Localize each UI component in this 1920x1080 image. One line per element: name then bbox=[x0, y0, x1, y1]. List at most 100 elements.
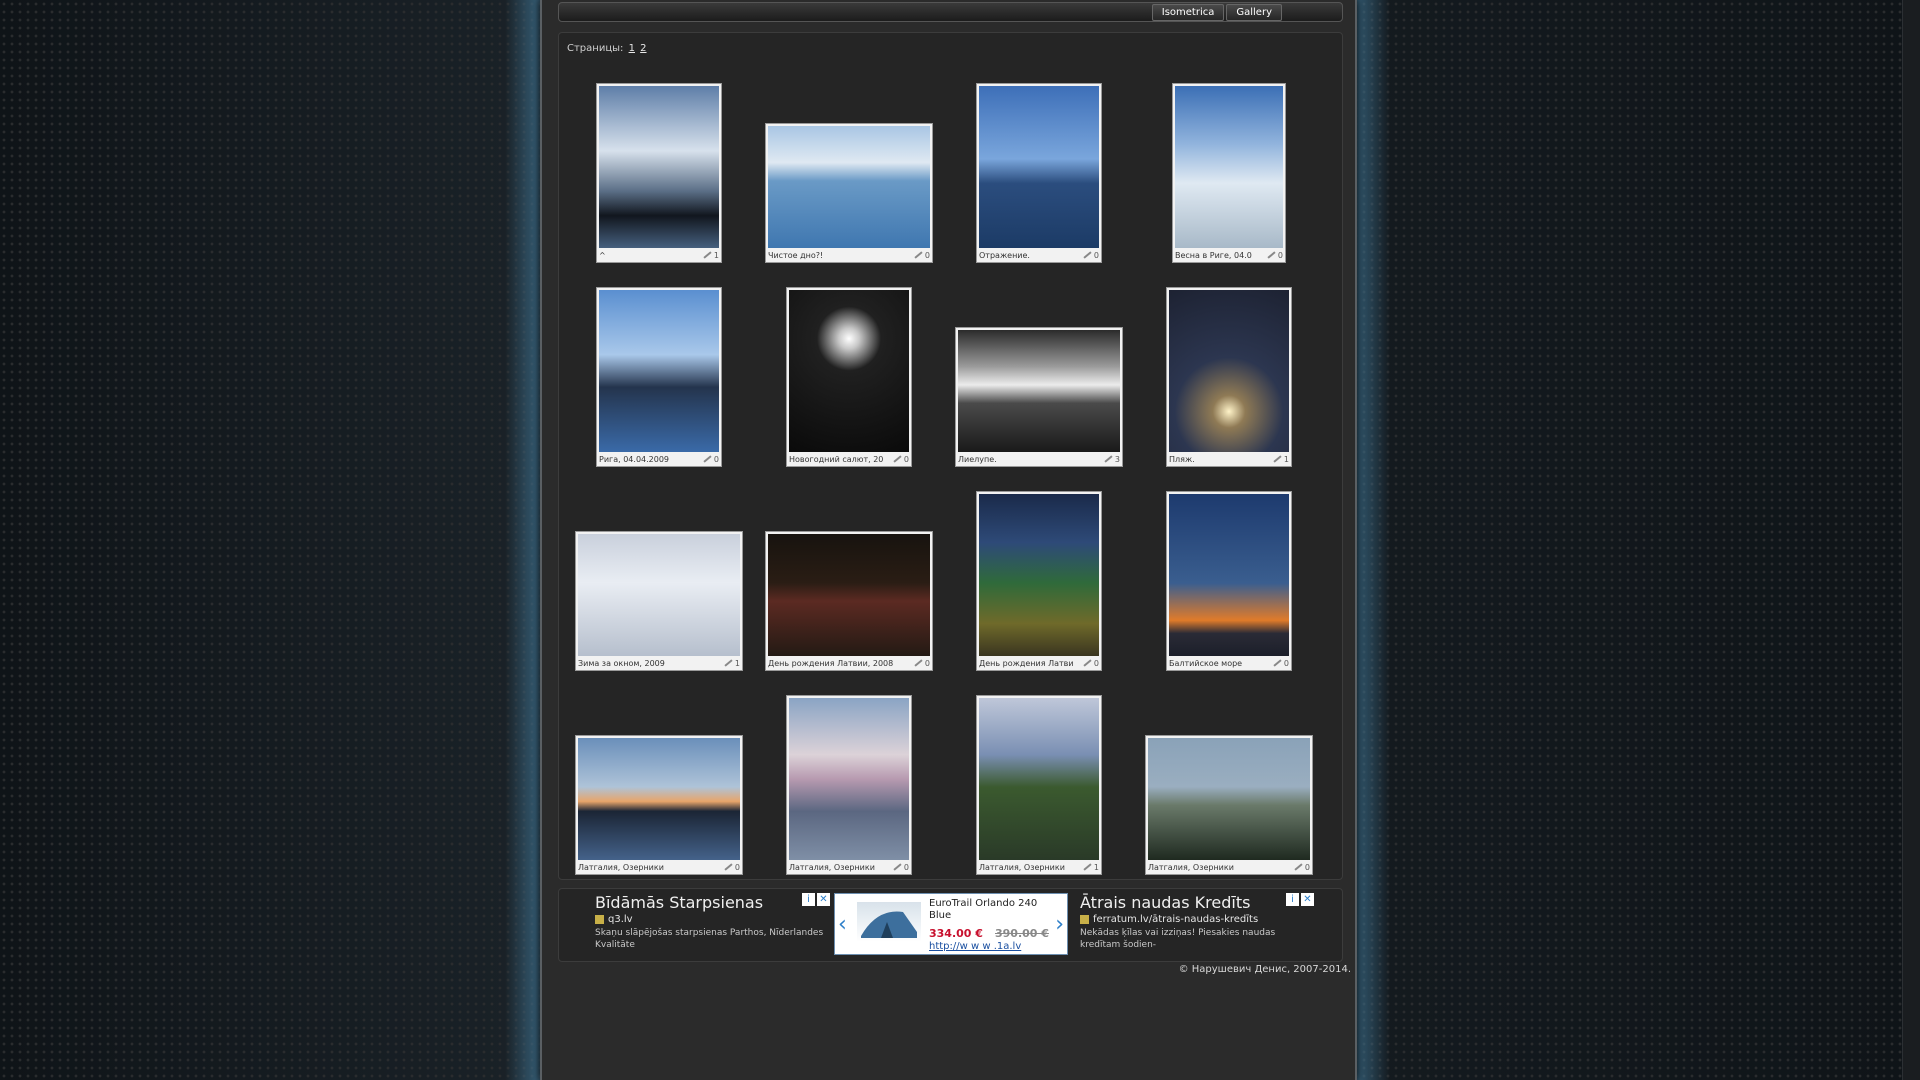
photo-caption: Лиелупе. bbox=[958, 454, 997, 464]
photo-cell: День рождения Латви 0 bbox=[944, 471, 1134, 671]
comment-count-value: 0 bbox=[713, 454, 719, 464]
photo-thumbnail[interactable] bbox=[768, 126, 930, 248]
ad-product-title[interactable]: EuroTrail Orlando 240 Blue bbox=[929, 898, 1039, 922]
photo-caption: Рига, 04.04.2009 bbox=[599, 454, 670, 464]
comment-count-value: 0 bbox=[903, 454, 909, 464]
comment-count-value: 0 bbox=[924, 658, 930, 668]
photo-card[interactable]: Латгалия, Озерники 1 bbox=[976, 695, 1102, 875]
page-link-1[interactable]: 1 bbox=[629, 43, 635, 54]
photo-thumbnail[interactable] bbox=[578, 738, 740, 860]
ad-right[interactable]: Ātrais naudas Kredīts ferratum.lv/ātrais… bbox=[1080, 893, 1310, 951]
photo-caption: День рождения Латвии, 2008 bbox=[768, 658, 894, 668]
ad-url[interactable]: http://w w w .1a.lv bbox=[929, 941, 1021, 952]
comment-count: 1 bbox=[1080, 863, 1099, 872]
photo-caption-row: Латгалия, Озерники 0 bbox=[1148, 860, 1310, 874]
ad-right-source[interactable]: ferratum.lv/ātrais-naudas-kredīts bbox=[1093, 914, 1258, 925]
tab-gallery[interactable]: Gallery bbox=[1226, 4, 1282, 21]
photo-caption-row: Отражение. 0 bbox=[979, 248, 1099, 262]
photo-card[interactable]: Латгалия, Озерники 0 bbox=[786, 695, 912, 875]
photo-cell: Пляж. 1 bbox=[1134, 267, 1324, 467]
photo-thumbnail[interactable] bbox=[578, 534, 740, 656]
photo-card[interactable]: День рождения Латвии, 2008 0 bbox=[765, 531, 933, 671]
comment-count-value: 1 bbox=[713, 250, 719, 260]
photo-thumbnail[interactable] bbox=[789, 698, 909, 860]
top-navigation-bar: Isometrica Gallery bbox=[558, 2, 1343, 22]
photo-card[interactable]: Лиелупе. 3 bbox=[955, 327, 1123, 467]
photo-thumbnail[interactable] bbox=[789, 290, 909, 452]
ad-close-icon[interactable]: ✕ bbox=[1301, 893, 1314, 906]
ad-product-image[interactable] bbox=[857, 902, 921, 942]
comment-count: 0 bbox=[890, 863, 909, 872]
comment-count: 0 bbox=[1264, 251, 1283, 260]
photo-caption: Чистое дно?! bbox=[768, 250, 824, 260]
ad-center[interactable]: ‹ EuroTrail Orlando 240 Blue 334.00 € 39… bbox=[834, 893, 1068, 955]
photo-card[interactable]: ^ 1 bbox=[596, 83, 722, 263]
photo-card[interactable]: Отражение. 0 bbox=[976, 83, 1102, 263]
photo-card[interactable]: Латгалия, Озерники 0 bbox=[1145, 735, 1313, 875]
photo-thumbnail[interactable] bbox=[1175, 86, 1283, 248]
photo-caption-row: Рига, 04.04.2009 0 bbox=[599, 452, 719, 466]
photo-card[interactable]: Рига, 04.04.2009 0 bbox=[596, 287, 722, 467]
pencil-icon bbox=[703, 251, 712, 259]
photo-cell: Латгалия, Озерники 0 bbox=[754, 675, 944, 875]
page-link-2[interactable]: 2 bbox=[640, 43, 646, 54]
photo-card[interactable]: Пляж. 1 bbox=[1166, 287, 1292, 467]
ad-old-price: 390.00 € bbox=[995, 927, 1049, 940]
photo-caption-row: Латгалия, Озерники 1 bbox=[979, 860, 1099, 874]
photo-thumbnail[interactable] bbox=[979, 698, 1099, 860]
ad-left-source[interactable]: q3.lv bbox=[608, 914, 633, 925]
photo-thumbnail[interactable] bbox=[1169, 494, 1289, 656]
photo-caption-row: ^ 1 bbox=[599, 248, 719, 262]
ad-info-icon[interactable]: i bbox=[802, 893, 815, 906]
photo-card[interactable]: Весна в Риге, 04.0 0 bbox=[1172, 83, 1286, 263]
scrollbar[interactable] bbox=[1902, 0, 1920, 1080]
ad-right-title[interactable]: Ātrais naudas Kredīts bbox=[1080, 893, 1310, 912]
photo-caption-row: Лиелупе. 3 bbox=[958, 452, 1120, 466]
photo-card[interactable]: День рождения Латви 0 bbox=[976, 491, 1102, 671]
photo-caption-row: Новогодний салют, 20 0 bbox=[789, 452, 909, 466]
comment-count: 1 bbox=[721, 659, 740, 668]
photo-cell: Новогодний салют, 20 0 bbox=[754, 267, 944, 467]
photo-thumbnail[interactable] bbox=[979, 86, 1099, 248]
photo-caption-row: Зима за окном, 2009 1 bbox=[578, 656, 740, 670]
photo-thumbnail[interactable] bbox=[599, 86, 719, 248]
photo-thumbnail[interactable] bbox=[599, 290, 719, 452]
comment-count: 0 bbox=[911, 659, 930, 668]
photo-card[interactable]: Чистое дно?! 0 bbox=[765, 123, 933, 263]
photo-thumbnail[interactable] bbox=[958, 330, 1120, 452]
tab-isometrica[interactable]: Isometrica bbox=[1151, 4, 1225, 21]
ad-prev-arrow-icon[interactable]: ‹ bbox=[838, 912, 847, 937]
comment-count-value: 1 bbox=[1093, 862, 1099, 872]
ad-right-desc: Nekādas ķīlas vai izziņas! Piesakies nau… bbox=[1080, 928, 1276, 950]
ad-close-icon[interactable]: ✕ bbox=[817, 893, 830, 906]
photo-cell: ^ 1 bbox=[564, 63, 754, 263]
gallery-panel: Страницы: 1 2 ^ 1 Чистое дно?! 0 Отражение. 0… bbox=[558, 32, 1343, 880]
comment-count: 1 bbox=[1270, 455, 1289, 464]
photo-thumbnail[interactable] bbox=[1169, 290, 1289, 452]
photo-card[interactable]: Балтийское море 0 bbox=[1166, 491, 1292, 671]
ad-left-title[interactable]: Bīdāmās Starpsienas bbox=[595, 893, 835, 912]
ad-left-controls: i ✕ bbox=[802, 893, 830, 906]
photo-caption: День рождения Латви bbox=[979, 658, 1074, 668]
comment-count-value: 3 bbox=[1114, 454, 1120, 464]
photo-cell: Зима за окном, 2009 1 bbox=[564, 471, 754, 671]
photo-card[interactable]: Зима за окном, 2009 1 bbox=[575, 531, 743, 671]
photo-caption-row: Чистое дно?! 0 bbox=[768, 248, 930, 262]
photo-thumbnail[interactable] bbox=[768, 534, 930, 656]
comment-count-value: 0 bbox=[903, 862, 909, 872]
photo-thumbnail[interactable] bbox=[1148, 738, 1310, 860]
ad-left-source-row: q3.lv bbox=[595, 914, 835, 925]
photo-card[interactable]: Латгалия, Озерники 0 bbox=[575, 735, 743, 875]
ad-right-controls: i ✕ bbox=[1286, 893, 1314, 906]
ad-info-icon[interactable]: i bbox=[1286, 893, 1299, 906]
photo-cell: Отражение. 0 bbox=[944, 63, 1134, 263]
photo-cell: Балтийское море 0 bbox=[1134, 471, 1324, 671]
comment-count: 0 bbox=[1291, 863, 1310, 872]
photo-card[interactable]: Новогодний салют, 20 0 bbox=[786, 287, 912, 467]
photo-caption: Зима за окном, 2009 bbox=[578, 658, 665, 668]
photo-caption-row: День рождения Латви 0 bbox=[979, 656, 1099, 670]
ad-next-arrow-icon[interactable]: › bbox=[1055, 912, 1064, 937]
ad-left[interactable]: Bīdāmās Starpsienas q3.lv Skaņu slāpējoš… bbox=[595, 893, 835, 951]
photo-thumbnail[interactable] bbox=[979, 494, 1099, 656]
photo-caption: Латгалия, Озерники bbox=[1148, 862, 1234, 872]
